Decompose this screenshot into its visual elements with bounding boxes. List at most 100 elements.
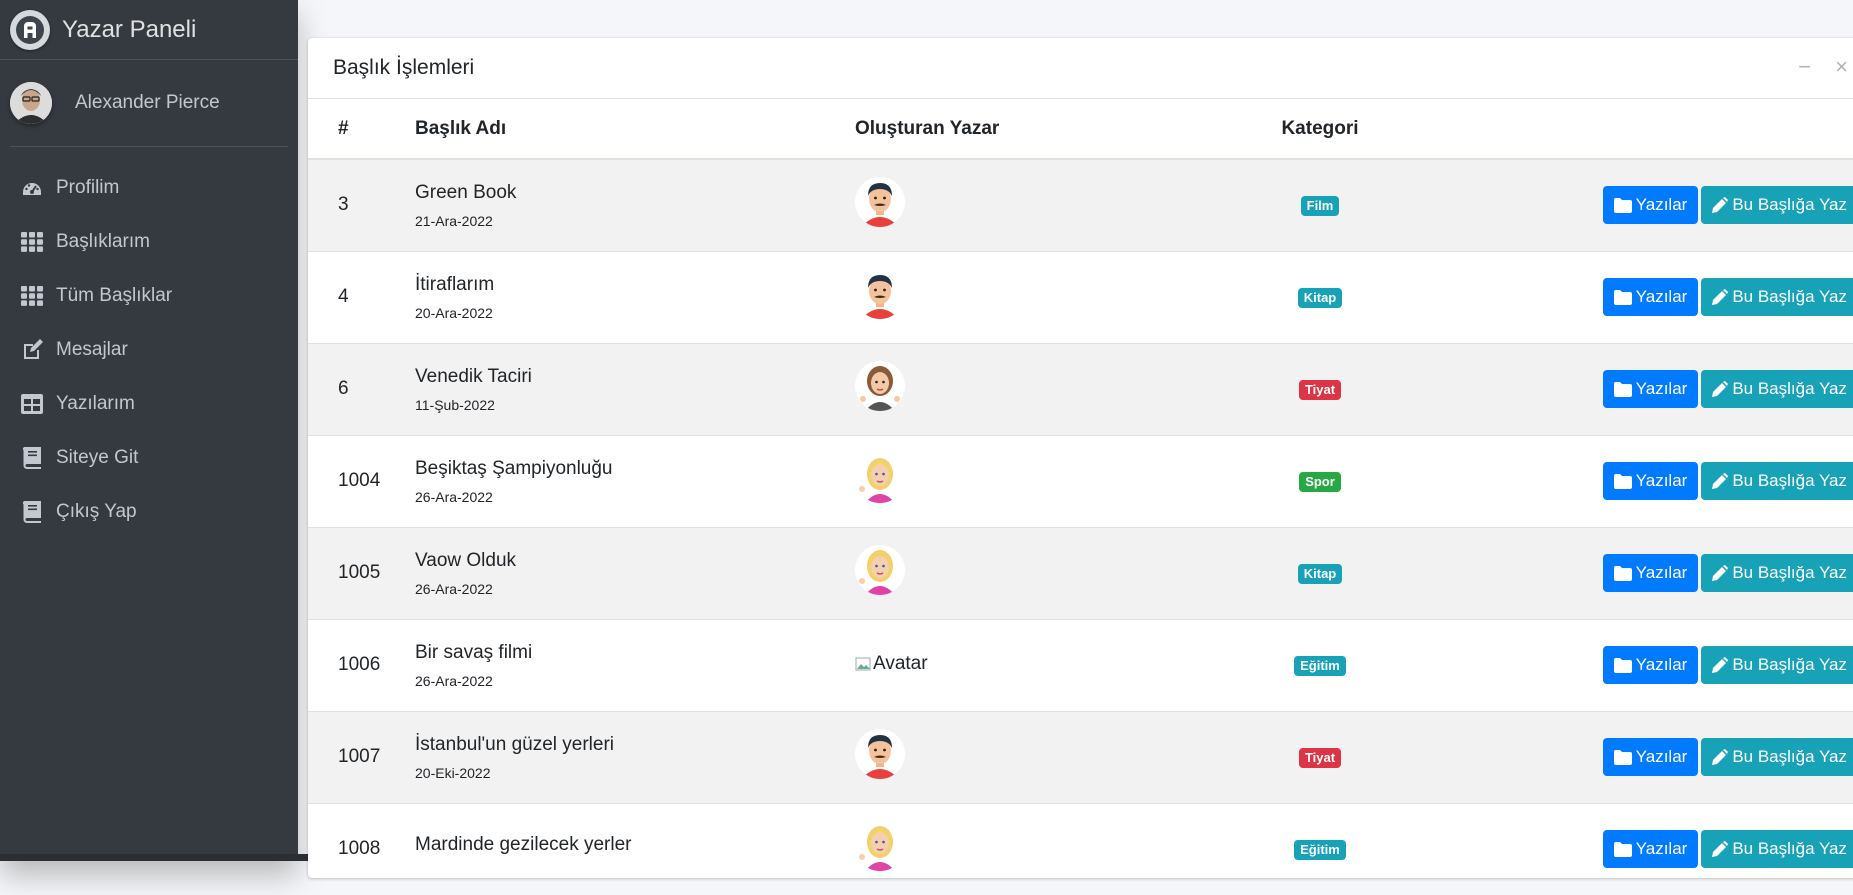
card-tools: − × bbox=[1798, 56, 1848, 78]
col-header-id: # bbox=[308, 99, 385, 160]
sidebar-item-siteye-git[interactable]: Siteye Git bbox=[0, 431, 298, 485]
write-button-label: Bu Başlığa Yaz bbox=[1732, 655, 1847, 674]
col-header-actions bbox=[1395, 99, 1853, 160]
pencil-icon bbox=[1712, 289, 1729, 305]
folder-icon bbox=[1613, 197, 1632, 213]
topic-id: 1006 bbox=[308, 618, 385, 711]
posts-button[interactable]: Yazılar bbox=[1602, 278, 1699, 316]
write-to-topic-button[interactable]: Bu Başlığa Yaz bbox=[1701, 554, 1853, 592]
posts-button-label: Yazılar bbox=[1635, 747, 1688, 766]
topic-title: Beşiktaş Şampiyonluğu bbox=[415, 457, 613, 479]
topic-title: İstanbul'un güzel yerleri bbox=[415, 733, 615, 755]
sidebar-nav: Profilim Başlıklarım Tüm Başlıklar Mesaj… bbox=[0, 147, 298, 539]
category-badge: Kitap bbox=[1297, 288, 1343, 308]
posts-button[interactable]: Yazılar bbox=[1602, 462, 1699, 500]
table-row: 6 Venedik Taciri 11-Şub-2022 Tiyat Yazıl… bbox=[308, 342, 1853, 435]
author-avatar bbox=[855, 177, 905, 228]
topic-id: 1005 bbox=[308, 526, 385, 619]
book-icon bbox=[20, 500, 44, 524]
sidebar-item-label: Mesajlar bbox=[56, 339, 128, 360]
pencil-icon bbox=[1712, 381, 1729, 397]
posts-button[interactable]: Yazılar bbox=[1602, 554, 1699, 592]
author-cell: Avatar bbox=[855, 618, 1245, 711]
sidebar-item-mesajlar[interactable]: Mesajlar bbox=[0, 323, 298, 377]
table-row: 3 Green Book 21-Ara-2022 Film Yazılar Bu… bbox=[308, 158, 1853, 251]
table-row: 1004 Beşiktaş Şampiyonluğu 26-Ara-2022 S… bbox=[308, 434, 1853, 527]
card-header: Başlık İşlemleri − × bbox=[308, 38, 1853, 99]
category-badge: Eğitim bbox=[1294, 840, 1346, 861]
posts-button-label: Yazılar bbox=[1635, 563, 1688, 582]
posts-button-label: Yazılar bbox=[1635, 655, 1688, 674]
table-row: 1007 İstanbul'un güzel yerleri 20-Eki-20… bbox=[308, 710, 1853, 803]
topic-id: 6 bbox=[308, 342, 385, 435]
sidebar: Yazar Paneli Alexander Pierce Profilim B… bbox=[0, 0, 397, 861]
folder-icon bbox=[1613, 381, 1632, 397]
sidebar-item-yazilarim[interactable]: Yazılarım bbox=[0, 377, 298, 431]
avatar-alt-text: Avatar bbox=[873, 652, 928, 674]
topic-title: Green Book bbox=[415, 181, 517, 203]
dashboard-icon bbox=[20, 176, 44, 200]
col-header-author: Oluşturan Yazar bbox=[855, 99, 1245, 160]
user-panel[interactable]: Alexander Pierce bbox=[10, 60, 288, 147]
author-cell bbox=[855, 158, 1245, 251]
topic-date: 26-Ara-2022 bbox=[415, 488, 493, 505]
author-cell bbox=[855, 526, 1245, 619]
write-to-topic-button[interactable]: Bu Başlığa Yaz bbox=[1701, 278, 1853, 316]
topic-id: 3 bbox=[308, 158, 385, 251]
topic-title: Bir savaş filmi bbox=[415, 641, 533, 663]
author-avatar bbox=[855, 269, 905, 319]
pencil-icon bbox=[1712, 749, 1729, 765]
write-button-label: Bu Başlığa Yaz bbox=[1732, 471, 1847, 490]
table-row: 4 İtiraflarım 20-Ara-2022 Kitap Yazılar … bbox=[308, 250, 1853, 343]
posts-button-label: Yazılar bbox=[1635, 471, 1688, 490]
topic-id: 1008 bbox=[308, 802, 385, 895]
topic-title: Venedik Taciri bbox=[415, 365, 532, 387]
user-avatar bbox=[10, 82, 52, 124]
author-avatar bbox=[855, 545, 905, 595]
sidebar-item-label: Çıkış Yap bbox=[56, 501, 137, 522]
topic-date: 20-Eki-2022 bbox=[415, 764, 491, 781]
posts-button[interactable]: Yazılar bbox=[1602, 738, 1699, 776]
topic-date: 26-Ara-2022 bbox=[415, 672, 493, 689]
pencil-icon bbox=[1712, 841, 1729, 858]
author-cell bbox=[855, 250, 1245, 343]
topic-id: 1004 bbox=[308, 434, 385, 527]
write-to-topic-button[interactable]: Bu Başlığa Yaz bbox=[1701, 646, 1853, 684]
minimize-icon[interactable]: − bbox=[1798, 56, 1811, 78]
write-to-topic-button[interactable]: Bu Başlığa Yaz bbox=[1701, 462, 1853, 500]
posts-button[interactable]: Yazılar bbox=[1602, 186, 1699, 225]
sidebar-item-profilim[interactable]: Profilim bbox=[0, 161, 298, 215]
write-to-topic-button[interactable]: Bu Başlığa Yaz bbox=[1701, 370, 1853, 408]
pencil-icon bbox=[1712, 197, 1729, 214]
category-badge: Film bbox=[1300, 196, 1340, 217]
write-to-topic-button[interactable]: Bu Başlığa Yaz bbox=[1701, 830, 1853, 869]
posts-button[interactable]: Yazılar bbox=[1602, 830, 1699, 869]
category-badge: Eğitim bbox=[1294, 656, 1346, 676]
sidebar-item-label: Siteye Git bbox=[56, 447, 139, 468]
posts-button[interactable]: Yazılar bbox=[1602, 370, 1699, 408]
pencil-icon bbox=[1712, 657, 1729, 673]
write-to-topic-button[interactable]: Bu Başlığa Yaz bbox=[1701, 186, 1853, 225]
topic-title: Mardinde gezilecek yerler bbox=[415, 833, 632, 855]
close-icon[interactable]: × bbox=[1835, 56, 1848, 78]
sidebar-item-label: Başlıklarım bbox=[56, 231, 150, 252]
sidebar-item-cikis-yap[interactable]: Çıkış Yap bbox=[0, 485, 298, 539]
author-avatar bbox=[855, 453, 905, 503]
brand-link[interactable]: Yazar Paneli bbox=[0, 0, 298, 60]
user-name: Alexander Pierce bbox=[75, 92, 220, 113]
sidebar-item-tum-basliklar[interactable]: Tüm Başlıklar bbox=[0, 269, 298, 323]
topic-date: 11-Şub-2022 bbox=[415, 396, 495, 413]
folder-icon bbox=[1613, 473, 1632, 489]
write-button-label: Bu Başlığa Yaz bbox=[1732, 195, 1847, 215]
folder-icon bbox=[1613, 657, 1632, 673]
posts-button[interactable]: Yazılar bbox=[1602, 646, 1699, 684]
topics-table: # Başlık Adı Oluşturan Yazar Kategori 3 … bbox=[308, 99, 1853, 895]
sidebar-item-basliklarim[interactable]: Başlıklarım bbox=[0, 215, 298, 269]
category-badge: Tiyat bbox=[1298, 380, 1342, 400]
folder-icon bbox=[1613, 289, 1632, 305]
write-to-topic-button[interactable]: Bu Başlığa Yaz bbox=[1701, 738, 1853, 776]
card-title: Başlık İşlemleri bbox=[333, 56, 475, 79]
brand-title: Yazar Paneli bbox=[62, 15, 197, 43]
topic-date: 26-Ara-2022 bbox=[415, 580, 493, 597]
edit-icon bbox=[20, 338, 44, 362]
